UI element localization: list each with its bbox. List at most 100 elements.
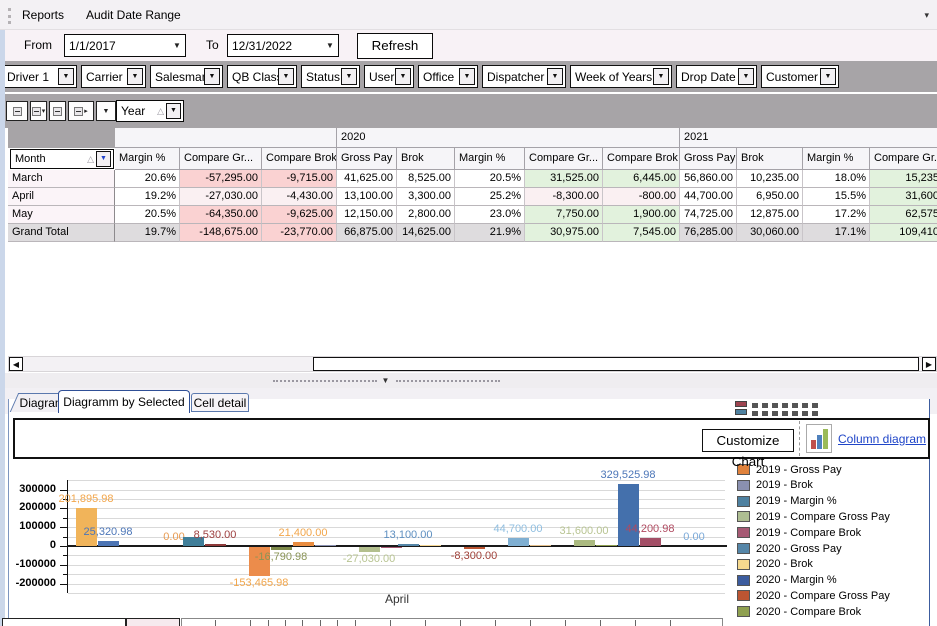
collapse-all-button[interactable] [6,101,28,121]
grid-cell[interactable]: 17.1% [803,224,870,242]
filter-dropdown-icon[interactable]: ▼ [341,68,357,85]
tab-cell-detail[interactable]: Cell detail [191,393,249,412]
grid-cell[interactable]: 1,900.00 [603,206,680,224]
grid-cell[interactable]: 20.6% [115,170,180,188]
filter-field-office[interactable]: Office▼ [418,65,478,88]
grid-cell[interactable]: 6,445.00 [603,170,680,188]
filter-field-qb-class[interactable]: QB Class▼ [227,65,297,88]
grid-cell[interactable]: 14,625.00 [397,224,455,242]
splitter-grip[interactable] [273,380,377,384]
grid-cell[interactable]: 19.7% [115,224,180,242]
column-header-compare-gr-[interactable]: Compare Gr... [525,148,603,170]
chevron-down-icon[interactable]: ▼ [322,41,338,50]
refresh-button[interactable]: Refresh [357,33,433,59]
row-header-grand-total[interactable]: Grand Total [8,224,115,242]
grid-cell[interactable]: -27,030.00 [180,188,262,206]
horizontal-scrollbar[interactable]: ◀ ▶ [8,356,937,372]
filter-field-week-of-years[interactable]: Week of Years▼ [570,65,672,88]
grid-cell[interactable]: -64,350.00 [180,206,262,224]
column-band-prev-year[interactable] [115,128,337,148]
filter-dropdown-icon[interactable]: ▼ [395,68,411,85]
column-header-compare-brok[interactable]: Compare Brok [603,148,680,170]
grid-cell[interactable]: 12,875.00 [737,206,803,224]
filter-dropdown-icon[interactable]: ▼ [127,68,143,85]
to-date-combo[interactable]: 12/31/2022 ▼ [227,34,339,57]
grid-cell[interactable]: 17.2% [803,206,870,224]
splitter-grip[interactable] [396,380,500,384]
filter-dropdown-icon[interactable]: ▼ [58,68,74,85]
column-header-compare-gr-[interactable]: Compare Gr... [180,148,262,170]
filter-field-status[interactable]: Status▼ [301,65,360,88]
expand-level-button[interactable] [49,101,66,121]
grid-cell[interactable]: 8,525.00 [397,170,455,188]
row-header-april[interactable]: April [8,188,115,206]
column-field-year[interactable]: Year △ ▼ [116,100,184,122]
grid-cell[interactable]: 10,235.00 [737,170,803,188]
filter-field-user[interactable]: User▼ [364,65,414,88]
tab-diagramm-by-selected[interactable]: Diagramm by Selected [58,390,190,413]
column-header-compare-brok[interactable]: Compare Brok [262,148,337,170]
grid-cell[interactable]: 31,600 [870,188,937,206]
row-header-may[interactable]: May [8,206,115,224]
column-header-compare-gr-[interactable]: Compare Gr. [870,148,937,170]
filter-field-customer[interactable]: Customer▼ [761,65,839,88]
grid-cell[interactable]: 56,860.00 [680,170,737,188]
splitter-collapse-icon[interactable]: ▼ [378,375,393,387]
column-header-margin-[interactable]: Margin % [455,148,525,170]
filter-dropdown-icon[interactable]: ▼ [204,68,220,85]
grid-cell[interactable]: 7,545.00 [603,224,680,242]
filter-field-salesman[interactable]: Salesman▼ [150,65,223,88]
grid-cell[interactable]: 21.9% [455,224,525,242]
column-band-2020[interactable]: 2020 [337,128,680,148]
grid-cell[interactable]: 31,525.00 [525,170,603,188]
scroll-left-icon[interactable]: ◀ [9,357,23,371]
toolbar-grip[interactable] [8,8,12,24]
menu-reports[interactable]: Reports [18,7,68,24]
grid-cell[interactable]: 44,700.00 [680,188,737,206]
filter-dropdown-icon[interactable]: ▼ [278,68,294,85]
filter-dropdown-icon[interactable]: ▼ [653,68,669,85]
filter-field-dispatcher[interactable]: Dispatcher▼ [482,65,566,88]
column-header-margin-[interactable]: Margin % [115,148,180,170]
from-date-combo[interactable]: 1/1/2017 ▼ [64,34,186,57]
customize-chart-button[interactable]: Customize Chart [702,429,794,452]
filter-field-drop-date[interactable]: Drop Date▼ [676,65,757,88]
grid-cell[interactable]: -9,715.00 [262,170,337,188]
grid-cell[interactable]: -4,430.00 [262,188,337,206]
grid-cell[interactable]: 109,410 [870,224,937,242]
grid-cell[interactable]: 30,060.00 [737,224,803,242]
grid-cell[interactable]: 18.0% [803,170,870,188]
grid-cell[interactable]: 76,285.00 [680,224,737,242]
grid-cell[interactable]: 2,800.00 [397,206,455,224]
grid-cell[interactable]: -23,770.00 [262,224,337,242]
column-diagram-link[interactable]: Column diagram [838,432,926,446]
column-header-margin-[interactable]: Margin % [803,148,870,170]
grid-cell[interactable]: -148,675.00 [180,224,262,242]
column-header-brok[interactable]: Brok [397,148,455,170]
grid-cell[interactable]: 41,625.00 [337,170,397,188]
column-band-2021[interactable]: 2021 [680,128,937,148]
chevron-down-icon[interactable]: ▼ [169,41,185,50]
column-header-brok[interactable]: Brok [737,148,803,170]
grid-cell[interactable]: -57,295.00 [180,170,262,188]
column-chart-icon[interactable] [806,424,832,453]
filter-field-driver-1[interactable]: Driver 1▼ [2,65,77,88]
grid-cell[interactable]: 15.5% [803,188,870,206]
grid-cell[interactable]: -8,300.00 [525,188,603,206]
grid-cell[interactable]: 19.2% [115,188,180,206]
filter-dropdown-icon[interactable]: ▼ [166,103,181,119]
grid-cell[interactable]: 13,100.00 [337,188,397,206]
filter-field-carrier[interactable]: Carrier▼ [81,65,146,88]
row-field-month[interactable]: Month△▼ [10,149,114,169]
filter-dropdown-icon[interactable]: ▼ [96,151,111,167]
filter-dropdown-icon[interactable]: ▼ [547,68,563,85]
grid-cell[interactable]: 12,150.00 [337,206,397,224]
grid-cell[interactable]: 3,300.00 [397,188,455,206]
toolbar-overflow-icon[interactable]: ▾ [924,10,929,21]
expand-all-button[interactable]: ▸ [68,101,94,121]
column-header-gross-pay[interactable]: Gross Pay [337,148,397,170]
grid-cell[interactable]: 15,235 [870,170,937,188]
collapse-level-button[interactable]: ▾ [30,101,47,121]
grid-cell[interactable]: -9,625.00 [262,206,337,224]
filter-dropdown-icon[interactable]: ▼ [738,68,754,85]
